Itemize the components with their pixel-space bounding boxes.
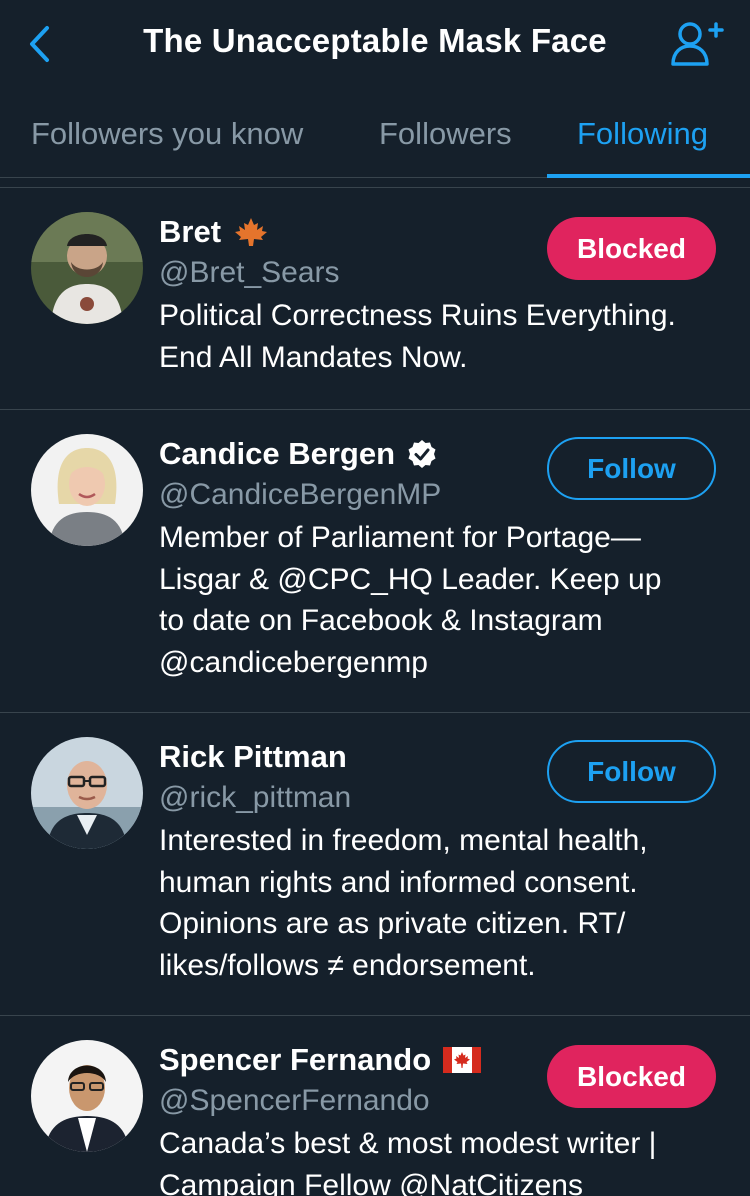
page-title: The Unacceptable Mask Face bbox=[143, 22, 607, 59]
user-bio: Political Correctness Ruins Everything. … bbox=[159, 299, 676, 374]
user-row-spencer-fernando[interactable]: Spencer Fernando @SpencerFernando Canada… bbox=[0, 1016, 750, 1196]
tab-followers-you-know[interactable]: Followers you know bbox=[31, 116, 303, 152]
follow-button[interactable]: Follow bbox=[547, 740, 716, 803]
user-name-line: Candice Bergen bbox=[159, 436, 437, 472]
user-handle: @rick_pittman bbox=[159, 781, 352, 814]
avatar[interactable] bbox=[31, 212, 143, 324]
user-name-line: Spencer Fernando bbox=[159, 1042, 482, 1078]
tab-bar: Followers you know Followers Following bbox=[0, 92, 750, 178]
tab-followers[interactable]: Followers bbox=[379, 116, 512, 152]
user-name: Bret bbox=[159, 214, 222, 249]
user-bio: Member of Parliament for Portage— Lisgar… bbox=[159, 521, 662, 679]
maple-leaf-icon bbox=[233, 216, 269, 248]
divider bbox=[0, 178, 750, 188]
tab-following[interactable]: Following bbox=[577, 116, 708, 152]
verified-badge-icon bbox=[407, 439, 437, 469]
follow-button[interactable]: Follow bbox=[547, 437, 716, 500]
active-tab-indicator bbox=[547, 174, 750, 178]
user-handle: @CandiceBergenMP bbox=[159, 478, 442, 511]
user-name: Candice Bergen bbox=[159, 436, 396, 471]
user-name: Spencer Fernando bbox=[159, 1042, 432, 1077]
user-handle: @Bret_Sears bbox=[159, 256, 340, 289]
user-name: Rick Pittman bbox=[159, 739, 347, 774]
canada-flag-icon bbox=[443, 1047, 482, 1073]
user-bio: Interested in freedom, mental health, hu… bbox=[159, 824, 648, 982]
user-handle: @SpencerFernando bbox=[159, 1084, 430, 1117]
nav-header: The Unacceptable Mask Face bbox=[0, 0, 750, 92]
blocked-button[interactable]: Blocked bbox=[547, 217, 716, 280]
avatar[interactable] bbox=[31, 1040, 143, 1152]
add-user-button[interactable] bbox=[670, 18, 724, 70]
avatar[interactable] bbox=[31, 434, 143, 546]
app-screen: The Unacceptable Mask Face Followers you… bbox=[0, 0, 750, 1196]
user-row-candice-bergen[interactable]: Candice Bergen @CandiceBergenMP Member o… bbox=[0, 410, 750, 713]
user-bio: Canada’s best & most modest writer | Cam… bbox=[159, 1127, 657, 1196]
add-user-icon bbox=[671, 22, 724, 66]
avatar[interactable] bbox=[31, 737, 143, 849]
blocked-button[interactable]: Blocked bbox=[547, 1045, 716, 1108]
user-row-bret[interactable]: Bret @Bret_Sears Political Correctness R… bbox=[0, 188, 750, 410]
user-name-line: Rick Pittman bbox=[159, 739, 347, 775]
user-row-rick-pittman[interactable]: Rick Pittman @rick_pittman Interested in… bbox=[0, 713, 750, 1016]
user-name-line: Bret bbox=[159, 214, 269, 250]
